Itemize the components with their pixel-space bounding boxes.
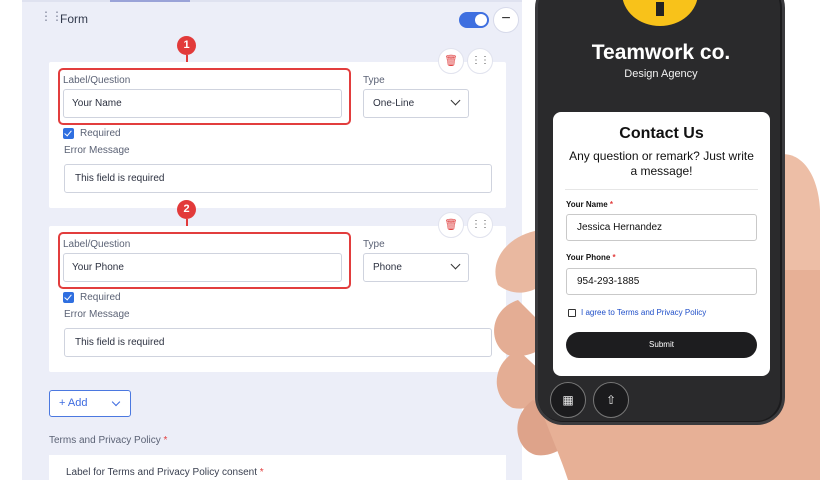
preview-name-label: Your Name * [566, 200, 613, 209]
type-select[interactable]: One-Line [363, 89, 469, 118]
type-select-value: One-Line [373, 98, 415, 109]
type-select-value: Phone [373, 262, 402, 273]
terms-consent-link[interactable]: I agree to Terms and Privacy Policy [581, 308, 706, 317]
share-icon[interactable]: ⇧ [593, 382, 629, 418]
contact-subtitle: Any question or remark? Just write a mes… [569, 149, 754, 178]
error-message-caption: Error Message [64, 309, 130, 320]
error-message-input[interactable]: This field is required [64, 328, 492, 357]
error-message-input[interactable]: This field is required [64, 164, 492, 193]
chevron-down-icon [450, 259, 461, 270]
required-label: Required [80, 292, 121, 303]
add-field-button[interactable]: + Add [49, 390, 131, 417]
highlight-box-1 [58, 68, 351, 125]
chevron-down-icon [450, 95, 461, 106]
terms-consent-caption: Label for Terms and Privacy Policy conse… [66, 467, 264, 478]
form-section-title: Form [60, 12, 88, 26]
qr-code-icon[interactable]: ▦ [550, 382, 586, 418]
error-message-caption: Error Message [64, 145, 130, 156]
grip-icon[interactable]: ⋮⋮ [467, 48, 493, 74]
annotation-badge-2: 2 [177, 200, 196, 219]
contact-title: Contact Us [619, 125, 704, 142]
terms-checkbox[interactable] [568, 309, 576, 317]
collapse-button[interactable]: − [493, 7, 519, 33]
terms-consent-text: Label for Terms and Privacy Policy conse… [66, 467, 258, 478]
required-marker: * [259, 467, 264, 478]
brand-name: Teamwork co. [591, 41, 731, 64]
preview-phone-input[interactable]: 954-293-1885 [566, 268, 757, 295]
contact-divider [565, 189, 758, 190]
required-checkbox[interactable] [63, 292, 74, 303]
drag-handle-icon[interactable]: ⋮⋮ [40, 10, 63, 22]
type-select[interactable]: Phone [363, 253, 469, 282]
chevron-down-icon [111, 397, 121, 407]
submit-button[interactable]: Submit [566, 332, 757, 358]
terms-section-title: Terms and Privacy Policy * [49, 435, 167, 446]
page: ⋮⋮ Form − 1 🗑 ⋮⋮ Label/Question Your Nam… [0, 0, 820, 480]
brand-logo-mark [656, 2, 664, 16]
preview-name-label-text: Your Name [566, 200, 608, 209]
preview-name-input[interactable]: Jessica Hernandez [566, 214, 757, 241]
brand-tagline: Design Agency [624, 68, 698, 80]
annotation-badge-1: 1 [177, 36, 196, 55]
required-label: Required [80, 128, 121, 139]
required-checkbox[interactable] [63, 128, 74, 139]
trash-icon[interactable]: 🗑 [438, 212, 464, 238]
preview-phone-label: Your Phone * [566, 253, 616, 262]
highlight-box-2 [58, 232, 351, 289]
type-caption: Type [363, 239, 385, 250]
required-marker: * [612, 253, 616, 262]
terms-card: Label for Terms and Privacy Policy conse… [49, 455, 506, 480]
add-button-label: Add [67, 397, 88, 409]
required-marker: * [609, 200, 613, 209]
form-enabled-toggle[interactable] [459, 12, 489, 28]
trash-icon[interactable]: 🗑 [438, 48, 464, 74]
terms-title-text: Terms and Privacy Policy [49, 435, 161, 446]
type-caption: Type [363, 75, 385, 86]
required-marker: * [163, 435, 168, 446]
plus-icon: + [59, 397, 66, 409]
preview-phone-label-text: Your Phone [566, 253, 611, 262]
form-section-header: ⋮⋮ Form − [22, 2, 522, 40]
